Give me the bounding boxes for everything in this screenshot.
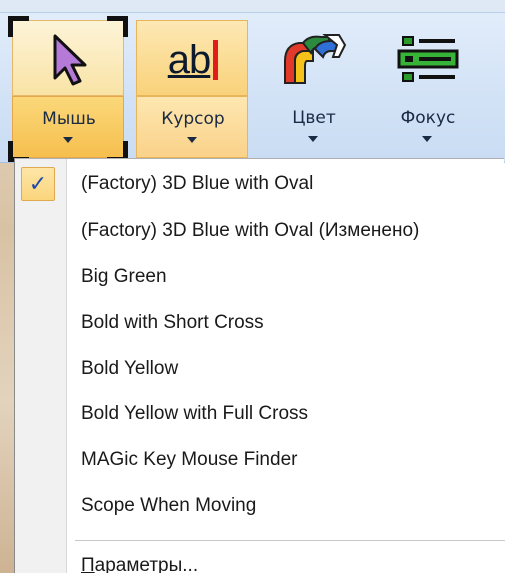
text-cursor-icon: ab <box>137 27 249 93</box>
menu-item-bold-yellow-full-cross[interactable]: Bold Yellow with Full Cross <box>15 393 503 437</box>
chevron-down-icon <box>308 136 318 142</box>
options-label-rest: араметры... <box>94 555 199 573</box>
menu-item-bold-yellow[interactable]: Bold Yellow <box>15 348 503 392</box>
focus-corner-top-left <box>8 16 29 37</box>
menu-item-label: Bold Yellow with Full Cross <box>81 403 309 424</box>
screen: Мышь ab Курсор Цвет Фокус ✓ (Factory) 3D… <box>0 0 505 573</box>
color-button-main[interactable] <box>258 20 370 96</box>
menu-item-label: Bold with Short Cross <box>81 312 264 333</box>
color-ribbon-icon <box>258 26 370 92</box>
caret-bar <box>213 40 219 80</box>
color-button[interactable]: Цвет <box>258 20 370 158</box>
color-button-label: Цвет <box>292 108 336 128</box>
ribbon-top-edge <box>0 0 505 13</box>
menu-item-label: Big Green <box>81 266 167 287</box>
options-mnemonic: П <box>81 555 95 573</box>
chevron-down-icon <box>63 137 73 143</box>
focus-list-icon <box>372 26 484 92</box>
menu-item-big-green[interactable]: Big Green <box>15 256 503 300</box>
ribbon-toolbar: Мышь ab Курсор Цвет Фокус <box>0 0 505 163</box>
text-cursor-icon-text: ab <box>167 37 211 82</box>
menu-item-label: (Factory) 3D Blue with Oval (Изменено) <box>81 220 420 241</box>
menu-item-factory-3d-blue-oval[interactable]: ✓ (Factory) 3D Blue with Oval <box>15 163 503 207</box>
menu-item-label: (Factory) 3D Blue with Oval <box>81 173 314 194</box>
focus-button-label: Фокус <box>400 108 456 128</box>
menu-separator <box>75 540 505 541</box>
mouse-button[interactable]: Мышь <box>8 16 128 162</box>
cursor-button-dropdown[interactable]: Курсор <box>136 96 248 158</box>
menu-item-label: Bold Yellow <box>81 358 179 379</box>
menu-item-magic-key-mouse-finder[interactable]: MAGic Key Mouse Finder <box>15 439 503 483</box>
menu-item-factory-3d-blue-oval-modified[interactable]: (Factory) 3D Blue with Oval (Изменено) <box>15 210 503 254</box>
menu-item-label: MAGic Key Mouse Finder <box>81 449 298 470</box>
focus-corner-top-right <box>107 16 128 37</box>
color-button-dropdown[interactable]: Цвет <box>258 96 370 158</box>
chevron-down-icon <box>187 137 197 143</box>
menu-item-bold-short-cross[interactable]: Bold with Short Cross <box>15 302 503 346</box>
mouse-button-label: Мышь <box>42 109 96 129</box>
cursor-button-label: Курсор <box>161 109 225 129</box>
chevron-down-icon <box>422 136 432 142</box>
menu-item-label: Scope When Moving <box>81 495 257 516</box>
menu-item-options-label: Параметры... <box>81 555 198 573</box>
check-icon: ✓ <box>21 167 55 201</box>
focus-button-dropdown[interactable]: Фокус <box>372 96 484 158</box>
menu-item-scope-when-moving[interactable]: Scope When Moving <box>15 485 503 529</box>
focus-button-main[interactable] <box>372 20 484 96</box>
cursor-scheme-menu: ✓ (Factory) 3D Blue with Oval (Factory) … <box>14 158 505 573</box>
menu-item-options[interactable]: Параметры... <box>15 545 503 573</box>
cursor-button[interactable]: ab Курсор <box>136 20 248 158</box>
cursor-button-main[interactable]: ab <box>136 20 248 96</box>
focus-button[interactable]: Фокус <box>372 20 484 158</box>
